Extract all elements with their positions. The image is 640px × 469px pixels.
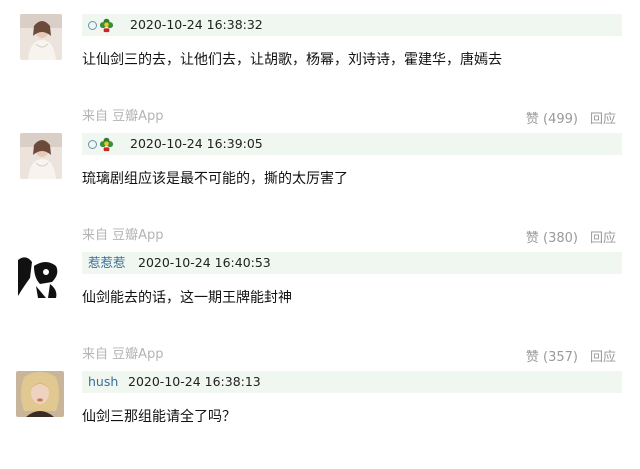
comment-actions: 赞 (357) 回应 [526, 346, 616, 365]
comment-meta: 惹惹惹 2020-10-24 16:40:53 [82, 252, 622, 274]
comment-text: 琉璃剧组应该是最不可能的，撕的太厉害了 [82, 171, 348, 187]
comment-source: 来自 豆瓣App [82, 228, 164, 243]
comment-item: 2020-10-24 16:38:32 让仙剑三的去，让他们去，让胡歌，杨幂，刘… [0, 14, 640, 134]
comment-time: 2020-10-24 16:38:32 [130, 17, 263, 32]
avatar-woman-white-dress-icon [20, 133, 62, 179]
comment-time: 2020-10-24 16:40:53 [138, 255, 271, 270]
comment-username[interactable]: hush [88, 371, 118, 393]
avatar[interactable] [16, 252, 64, 300]
comment-time: 2020-10-24 16:39:05 [130, 136, 263, 151]
reply-button[interactable]: 回应 [590, 108, 616, 127]
flower-badge-icon [99, 137, 114, 151]
like-button[interactable]: 赞 (380) [526, 227, 578, 246]
ring-icon [88, 20, 97, 30]
comment-item: 惹惹惹 2020-10-24 16:40:53 仙剑能去的话，这一期王牌能封神 … [0, 252, 640, 372]
next-comment-footer-partial [82, 460, 622, 469]
avatar[interactable] [20, 14, 62, 60]
comment-actions: 赞 (380) 回应 [526, 227, 616, 246]
comment-source: 来自 豆瓣App [82, 109, 164, 124]
like-button[interactable]: 赞 (499) [526, 108, 578, 127]
avatar-woman-white-dress-icon [20, 14, 62, 60]
avatar-black-ink-figure-icon [16, 252, 64, 300]
user-badges [88, 136, 114, 152]
comment-feed: 2020-10-24 16:38:32 让仙剑三的去，让他们去，让胡歌，杨幂，刘… [0, 0, 640, 469]
comment-meta: 2020-10-24 16:39:05 [82, 133, 622, 155]
comment-actions: 赞 (499) 回应 [526, 108, 616, 127]
comment-text: 让仙剑三的去，让他们去，让胡歌，杨幂，刘诗诗，霍建华，唐嫣去 [82, 52, 502, 68]
reply-button[interactable]: 回应 [590, 227, 616, 246]
comment-text: 仙剑三那组能请全了吗？ [82, 409, 236, 425]
comment-source: 来自 豆瓣App [82, 347, 164, 362]
like-button[interactable]: 赞 (357) [526, 346, 578, 365]
avatar-blonde-woman-icon [16, 371, 64, 417]
comment-username[interactable]: 惹惹惹 [88, 252, 126, 274]
comment-meta: 2020-10-24 16:38:32 [82, 14, 622, 36]
avatar[interactable] [20, 133, 62, 179]
avatar[interactable] [16, 371, 64, 417]
comment-meta: hush 2020-10-24 16:38:13 [82, 371, 622, 393]
flower-badge-icon [99, 18, 114, 32]
user-badges [88, 17, 114, 33]
comment-item: hush 2020-10-24 16:38:13 仙剑三那组能请全了吗？ [0, 371, 640, 469]
reply-button[interactable]: 回应 [590, 346, 616, 365]
comment-text: 仙剑能去的话，这一期王牌能封神 [82, 290, 292, 306]
ring-icon [88, 139, 97, 149]
comment-time: 2020-10-24 16:38:13 [128, 374, 261, 389]
comment-item: 2020-10-24 16:39:05 琉璃剧组应该是最不可能的，撕的太厉害了 … [0, 133, 640, 253]
